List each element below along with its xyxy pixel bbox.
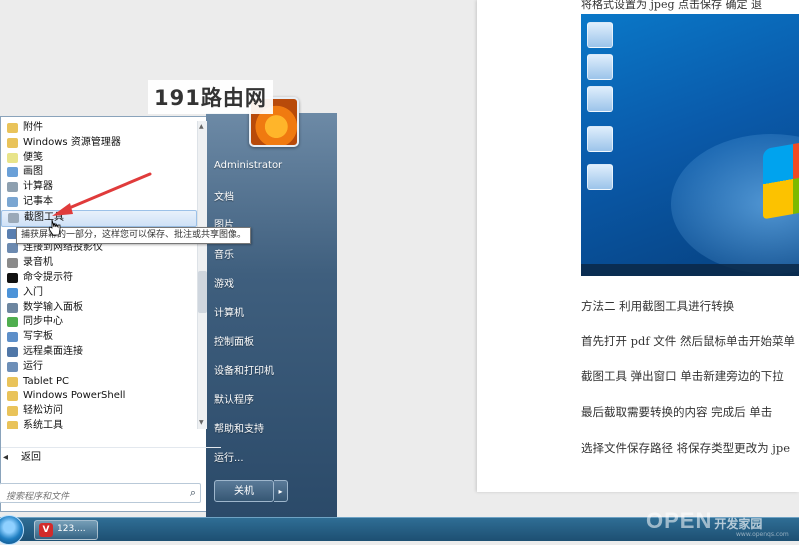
- desktop-icon: [587, 86, 613, 112]
- program-item[interactable]: Windows PowerShell: [1, 389, 197, 404]
- math-panel-icon: [7, 302, 18, 313]
- watermark-cn: 开发家园: [714, 517, 763, 531]
- desktop-icon: [587, 54, 613, 80]
- program-item[interactable]: 运行: [1, 360, 197, 375]
- doc-text-line: 首先打开 pdf 文件 然后鼠标单击开始菜单: [581, 334, 795, 348]
- folder-icon: [7, 376, 18, 387]
- scroll-down-icon[interactable]: ▼: [199, 419, 204, 426]
- watermark-brand: OPEN: [646, 508, 713, 533]
- start-item-computer[interactable]: 计算机: [214, 304, 244, 319]
- program-item-label: 轻松访问: [23, 405, 63, 417]
- start-button[interactable]: [0, 515, 24, 545]
- program-item[interactable]: 同步中心: [1, 315, 197, 330]
- program-item-label: Tablet PC: [23, 375, 69, 387]
- desktop-icon: [587, 164, 613, 190]
- program-item-label: 数学输入面板: [23, 301, 83, 313]
- program-item[interactable]: 远程桌面连接: [1, 345, 197, 360]
- desktop-icon: [587, 126, 613, 152]
- back-button[interactable]: ◂ 返回: [1, 447, 221, 468]
- program-item-label: 同步中心: [23, 316, 63, 328]
- folder-icon: [7, 420, 18, 429]
- sync-icon: [7, 317, 18, 328]
- back-arrow-icon: ◂: [3, 452, 9, 463]
- screenshot-taskbar: [581, 264, 799, 276]
- desktop-screenshot-image: [581, 14, 799, 276]
- doc-text-line: 选择文件保存路径 将保存类型更改为 jpe: [581, 441, 791, 455]
- program-item[interactable]: 数学输入面板: [1, 301, 197, 316]
- program-item[interactable]: 系统工具: [1, 419, 197, 429]
- shutdown-options-icon[interactable]: ▸: [274, 480, 288, 502]
- program-item[interactable]: 轻松访问: [1, 404, 197, 419]
- folder-icon: [7, 391, 18, 402]
- getting-started-icon: [7, 287, 18, 298]
- taskbar-app-button[interactable]: V 123....: [34, 520, 98, 540]
- folder-icon: [7, 406, 18, 417]
- start-item-run[interactable]: 运行...: [214, 449, 244, 464]
- start-item-help-support[interactable]: 帮助和支持: [214, 420, 264, 435]
- start-item-music[interactable]: 音乐: [214, 246, 234, 261]
- windows-logo-icon: [763, 138, 799, 220]
- cmd-icon: [7, 272, 18, 283]
- taskbar-app-label: 123....: [57, 524, 86, 534]
- hand-cursor-icon: [48, 219, 61, 236]
- shutdown-button[interactable]: 关机: [214, 480, 274, 502]
- run-icon: [7, 361, 18, 372]
- program-item[interactable]: Tablet PC: [1, 375, 197, 390]
- start-item-control-panel[interactable]: 控制面板: [214, 333, 254, 348]
- start-item-documents[interactable]: 文档: [214, 188, 234, 203]
- start-item-devices-printers[interactable]: 设备和打印机: [214, 362, 274, 377]
- program-list-scrollbar[interactable]: ▲ ▼: [197, 121, 207, 429]
- scroll-up-icon[interactable]: ▲: [199, 123, 204, 130]
- program-item-label: 录音机: [23, 257, 53, 269]
- start-item-administrator[interactable]: Administrator: [214, 160, 282, 171]
- red-arrow-icon: [52, 172, 152, 216]
- search-box[interactable]: ⌕: [0, 483, 201, 506]
- remote-desktop-icon: [7, 346, 18, 357]
- doc-text-line: 最后截取需要转换的内容 完成后 单击: [581, 405, 773, 419]
- projector-icon: [7, 243, 18, 254]
- microphone-icon: [7, 258, 18, 269]
- start-item-games[interactable]: 游戏: [214, 275, 234, 290]
- doc-text-line: 截图工具 弹出窗口 单击新建旁边的下拉: [581, 369, 784, 383]
- watermark-url: www.openqs.com: [736, 531, 789, 538]
- program-item-label: 运行: [23, 360, 43, 372]
- document-page: 将格式设置为 jpeg 点击保存 确定 退 方法二 利用截图工具进行转换 首先打…: [477, 0, 799, 492]
- search-icon[interactable]: ⌕: [190, 486, 196, 500]
- program-item-label: 远程桌面连接: [23, 345, 83, 357]
- back-label: 返回: [21, 452, 41, 463]
- watermark-open: OPEN 开发家园 www.openqs.com: [646, 508, 789, 538]
- start-item-default-programs[interactable]: 默认程序: [214, 391, 254, 406]
- wordpad-icon: [7, 332, 18, 343]
- scroll-thumb[interactable]: [198, 271, 207, 313]
- doc-text-line: 方法二 利用截图工具进行转换: [581, 299, 735, 313]
- program-item-label: 连接到网络投影仪: [23, 242, 103, 254]
- search-input[interactable]: [4, 488, 178, 506]
- program-item[interactable]: 录音机: [1, 256, 197, 271]
- program-item[interactable]: 写字板: [1, 330, 197, 345]
- watermark-191luyou: 191路由网: [148, 80, 273, 114]
- doc-text-line: 将格式设置为 jpeg 点击保存 确定 退: [581, 0, 762, 11]
- program-item-label: Windows PowerShell: [23, 390, 126, 402]
- program-item[interactable]: 命令提示符: [1, 271, 197, 286]
- app-icon: V: [39, 523, 53, 537]
- desktop-icon: [587, 22, 613, 48]
- program-item-label: 命令提示符: [23, 271, 73, 283]
- program-item[interactable]: 入门: [1, 286, 197, 301]
- program-item-label: 系统工具: [23, 419, 63, 429]
- program-item-label: 入门: [23, 286, 43, 298]
- program-item-label: 写字板: [23, 331, 53, 343]
